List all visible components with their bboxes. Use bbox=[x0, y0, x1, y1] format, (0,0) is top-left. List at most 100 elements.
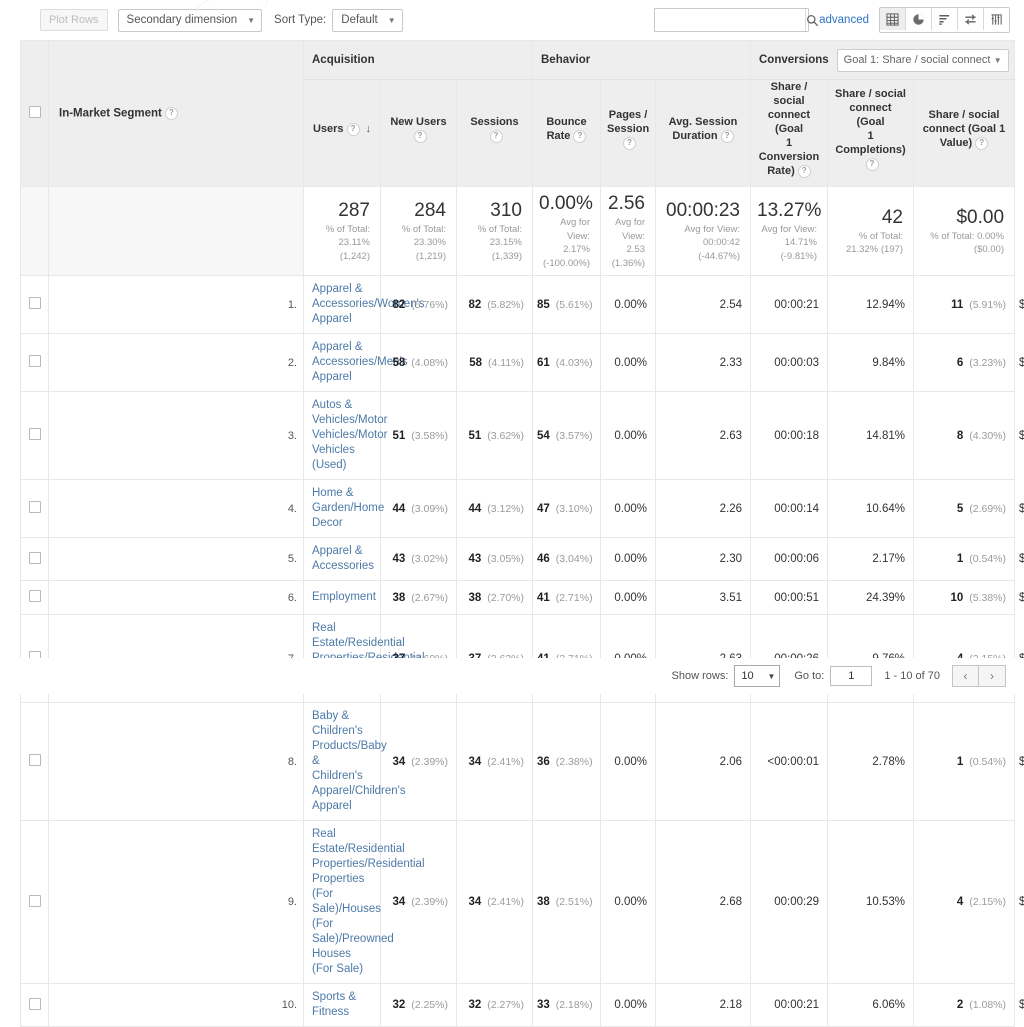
goto-page-input[interactable] bbox=[830, 666, 873, 686]
row-checkbox-cell[interactable] bbox=[20, 275, 49, 334]
summary-goal1-completions: 42 % of Total: 21.32% (197) bbox=[827, 186, 914, 276]
summary-sessions: 310 % of Total: 23.15% (1,339) bbox=[456, 186, 533, 276]
row-checkbox-cell[interactable] bbox=[20, 537, 49, 581]
row-checkbox[interactable] bbox=[28, 355, 41, 367]
help-icon[interactable]: ? bbox=[573, 129, 587, 143]
row-checkbox-cell[interactable] bbox=[20, 820, 49, 984]
advanced-link[interactable]: advanced bbox=[819, 14, 869, 26]
performance-view-icon[interactable] bbox=[932, 8, 958, 30]
metric-header-bounce-rate[interactable]: Bounce Rate? bbox=[532, 79, 601, 187]
cell-percent: (0.54%) bbox=[969, 755, 1007, 768]
row-dimension-cell: Sports & Fitness bbox=[303, 983, 381, 1027]
next-page-button[interactable]: › bbox=[979, 665, 1006, 687]
row-checkbox[interactable] bbox=[28, 590, 41, 602]
row-dimension-cell: Autos & Vehicles/Motor Vehicles/Motor Ve… bbox=[303, 391, 387, 480]
summary-goal1-value: $0.00 % of Total: 0.00% ($0.00) bbox=[912, 186, 1016, 276]
cell-value: 0.00% bbox=[614, 591, 647, 604]
search-icon[interactable] bbox=[805, 9, 819, 31]
chevron-down-icon: ▼ bbox=[993, 55, 1002, 65]
cell-value: <00:00:01 bbox=[767, 755, 819, 768]
cell-value: 58 bbox=[392, 356, 406, 369]
summary-sub: % of Total: 0.00% bbox=[930, 230, 1005, 242]
pie-chart-view-icon[interactable] bbox=[906, 8, 932, 30]
summary-value: 0.00% bbox=[539, 193, 593, 214]
cell-value: 38 bbox=[468, 591, 482, 604]
table-view-icon[interactable] bbox=[880, 8, 906, 30]
comparison-view-icon[interactable] bbox=[958, 8, 984, 30]
cell-sessions: 85 (5.61%) bbox=[532, 275, 601, 334]
metric-header-new-users[interactable]: New Users? bbox=[380, 79, 457, 187]
cell-value: 34 bbox=[468, 755, 482, 768]
chevron-down-icon: ▼ bbox=[767, 671, 776, 681]
goal-selector-dropdown[interactable]: Goal 1: Share / social connect ▼ bbox=[836, 48, 1009, 72]
help-icon[interactable]: ? bbox=[797, 164, 811, 178]
summary-value: 284 bbox=[414, 199, 446, 221]
search-input[interactable] bbox=[655, 10, 806, 30]
dimension-link[interactable]: Apparel & Accessories bbox=[312, 545, 374, 572]
row-checkbox-cell[interactable] bbox=[20, 391, 49, 480]
cell-value: 00:00:51 bbox=[774, 591, 819, 604]
dimension-link[interactable]: Employment bbox=[312, 591, 376, 603]
metric-header-goal1-completions[interactable]: Share / social connect (Goal 1 Completions)… bbox=[827, 79, 914, 187]
metric-header-goal1-value[interactable]: Share / social connect (Goal 1 Value)? bbox=[912, 79, 1016, 187]
metric-header-sessions[interactable]: Sessions? bbox=[456, 79, 533, 187]
metric-label: Completions) bbox=[835, 144, 906, 156]
plot-rows-button[interactable]: Plot Rows bbox=[40, 9, 108, 31]
previous-page-button[interactable]: ‹ bbox=[952, 665, 979, 687]
row-checkbox-cell[interactable] bbox=[20, 580, 49, 615]
table-row: 5. Apparel & Accessories 43 (3.02%) 43 (3.05%… bbox=[20, 537, 1024, 581]
pivot-view-icon[interactable] bbox=[984, 8, 1009, 30]
select-all-checkbox[interactable] bbox=[28, 106, 41, 118]
metric-label: 1 Conversion bbox=[758, 137, 820, 163]
help-icon[interactable]: ? bbox=[865, 157, 879, 171]
metric-header-goal1-conversion-rate[interactable]: Share / social connect (Goal 1 Conversion R… bbox=[750, 79, 828, 187]
row-checkbox[interactable] bbox=[28, 297, 41, 309]
row-checkbox-cell[interactable] bbox=[20, 479, 49, 538]
summary-bounce-rate: 0.00% Avg for View: 2.17% (-100.00%) bbox=[532, 186, 601, 276]
sort-desc-icon[interactable]: ↓ bbox=[366, 122, 372, 136]
cell-goal1-conversion-rate: 24.39% bbox=[827, 580, 914, 615]
cell-goal1-conversion-rate: 10.53% bbox=[827, 820, 914, 984]
select-all-header-cell bbox=[20, 40, 49, 187]
cell-value: 5 bbox=[956, 502, 964, 515]
cell-new-users: 32 (2.27%) bbox=[456, 983, 533, 1027]
help-icon[interactable]: ? bbox=[623, 136, 636, 150]
row-checkbox[interactable] bbox=[28, 997, 41, 1010]
summary-sub: (1,219) bbox=[415, 250, 446, 262]
dimension-header-cell[interactable]: In-Market Segment? bbox=[48, 40, 304, 187]
metric-header-users[interactable]: Users? ↓ bbox=[303, 79, 381, 187]
sort-type-dropdown[interactable]: Default ▼ bbox=[332, 8, 403, 32]
cell-goal1-conversion-rate: 6.06% bbox=[827, 983, 914, 1027]
row-checkbox-cell[interactable] bbox=[20, 983, 49, 1027]
row-checkbox[interactable] bbox=[28, 894, 41, 907]
dimension-link[interactable]: Home & Garden/Home Decor bbox=[312, 487, 384, 529]
metric-header-pages-session[interactable]: Pages / Session? bbox=[600, 79, 656, 187]
row-checkbox-cell[interactable] bbox=[20, 702, 49, 821]
show-rows-select[interactable]: 10 ▼ bbox=[734, 665, 781, 687]
row-dimension-cell: Apparel & Accessories bbox=[303, 537, 381, 581]
dimension-link[interactable]: Sports & Fitness bbox=[312, 991, 356, 1018]
cell-value: $0.00 bbox=[1019, 999, 1024, 1011]
summary-goal1-conversion-rate: 13.27% Avg for View: 14.71% (-9.81%) bbox=[750, 186, 828, 276]
help-icon[interactable]: ? bbox=[975, 136, 989, 150]
cell-new-users: 82 (5.82%) bbox=[456, 275, 533, 334]
metric-header-avg-session-duration[interactable]: Avg. Session Duration? bbox=[655, 79, 751, 187]
goto-label: Go to: bbox=[794, 670, 825, 682]
row-checkbox[interactable] bbox=[28, 428, 41, 440]
help-icon[interactable]: ? bbox=[164, 107, 178, 120]
row-checkbox[interactable] bbox=[28, 754, 41, 766]
cell-avg-session-duration: 00:00:06 bbox=[750, 537, 828, 581]
dimension-link[interactable]: Autos & Vehicles/Motor Vehicles/Motor Ve… bbox=[312, 399, 387, 471]
row-checkbox[interactable] bbox=[28, 551, 41, 564]
cell-goal1-conversion-rate: 2.17% bbox=[827, 537, 914, 581]
cell-sessions: 54 (3.57%) bbox=[532, 391, 601, 480]
help-icon[interactable]: ? bbox=[346, 122, 360, 136]
row-checkbox-cell[interactable] bbox=[20, 333, 49, 392]
cell-percent: (4.03%) bbox=[555, 356, 593, 369]
help-icon[interactable]: ? bbox=[720, 129, 734, 143]
summary-sub: (1.36%) bbox=[611, 257, 645, 269]
help-icon[interactable]: ? bbox=[489, 129, 503, 143]
search-box[interactable] bbox=[654, 8, 819, 32]
row-checkbox[interactable] bbox=[28, 501, 41, 513]
help-icon[interactable]: ? bbox=[413, 129, 427, 143]
